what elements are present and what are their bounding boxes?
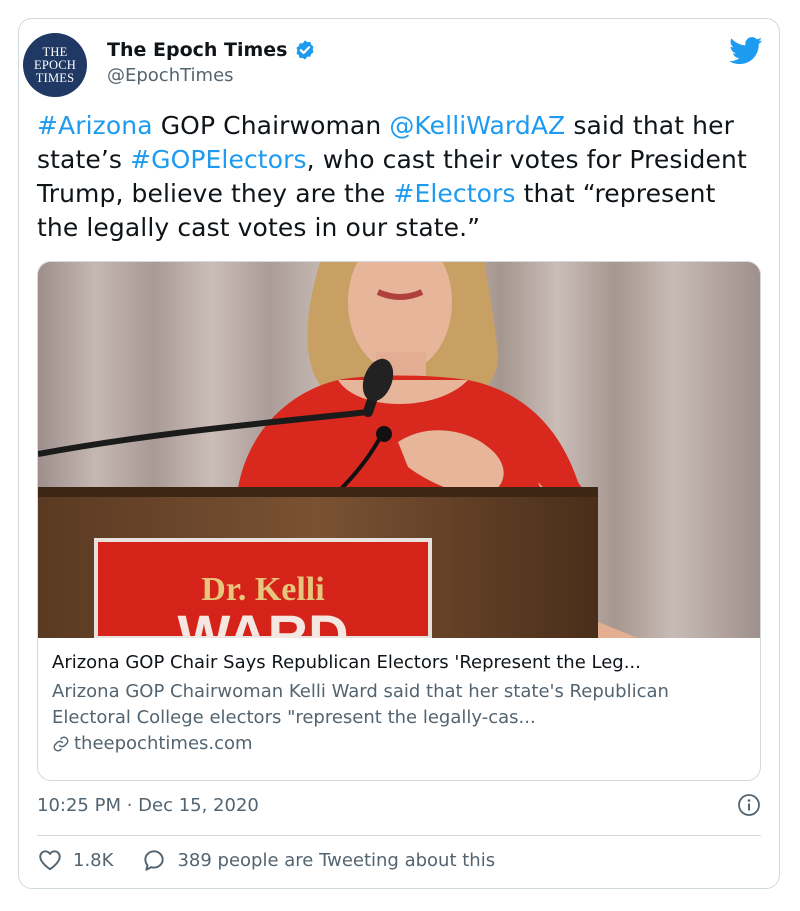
hashtag-link[interactable]: #Electors	[393, 179, 515, 208]
tweet-text-segment: GOP Chairwoman	[152, 111, 390, 140]
tweet-timestamp[interactable]: 10:25 PM · Dec 15, 2020	[37, 795, 259, 816]
tweet-text: #Arizona GOP Chairwoman @KelliWardAZ sai…	[37, 109, 757, 245]
like-count: 1.8K	[73, 849, 114, 871]
avatar-text-line: TIMES	[35, 70, 75, 85]
mention-link[interactable]: @KelliWardAZ	[389, 111, 565, 140]
hashtag-link[interactable]: #Arizona	[37, 111, 153, 140]
card-domain-text: theepochtimes.com	[74, 733, 253, 754]
preview-image[interactable]: Dr. Kelli WARD	[38, 262, 760, 638]
author-block[interactable]: The Epoch Times @EpochTimes	[107, 39, 316, 86]
avatar-text-line: THE	[42, 44, 68, 59]
reply-label: 389 people are Tweeting about this	[177, 849, 496, 871]
verified-badge-icon	[295, 40, 314, 60]
hashtag-link[interactable]: #GOPElectors	[130, 145, 307, 174]
card-domain[interactable]: theepochtimes.com	[52, 733, 746, 754]
card-description: Arizona GOP Chairwoman Kelli Ward said t…	[52, 681, 669, 728]
action-bar: 1.8K 389 people are Tweeting about this	[37, 847, 523, 873]
card-caption[interactable]: Arizona GOP Chair Says Republican Electo…	[52, 652, 746, 754]
link-preview-card[interactable]: Dr. Kelli WARD Arizona GOP Chair Says Re…	[37, 261, 761, 781]
reply-action[interactable]: 389 people are Tweeting about this	[141, 847, 495, 873]
link-icon	[53, 736, 69, 751]
divider	[37, 835, 761, 836]
like-action[interactable]: 1.8K	[37, 847, 113, 873]
card-title[interactable]: Arizona GOP Chair Says Republican Electo…	[52, 652, 746, 673]
author-handle[interactable]: @EpochTimes	[107, 65, 316, 86]
heart-icon	[39, 850, 61, 871]
avatar-text-line: EPOCH	[34, 57, 76, 72]
avatar[interactable]: THE EPOCH TIMES	[23, 33, 87, 97]
speech-bubble-icon	[144, 850, 165, 871]
info-icon[interactable]	[737, 793, 761, 817]
tweet-card[interactable]: THE EPOCH TIMES The Epoch Times @EpochTi…	[18, 18, 780, 889]
twitter-bird-icon[interactable]	[729, 37, 763, 65]
sign-text-line2: WARD	[177, 603, 348, 638]
speaker-illustration: Dr. Kelli WARD	[38, 262, 760, 638]
author-name[interactable]: The Epoch Times	[107, 39, 288, 61]
